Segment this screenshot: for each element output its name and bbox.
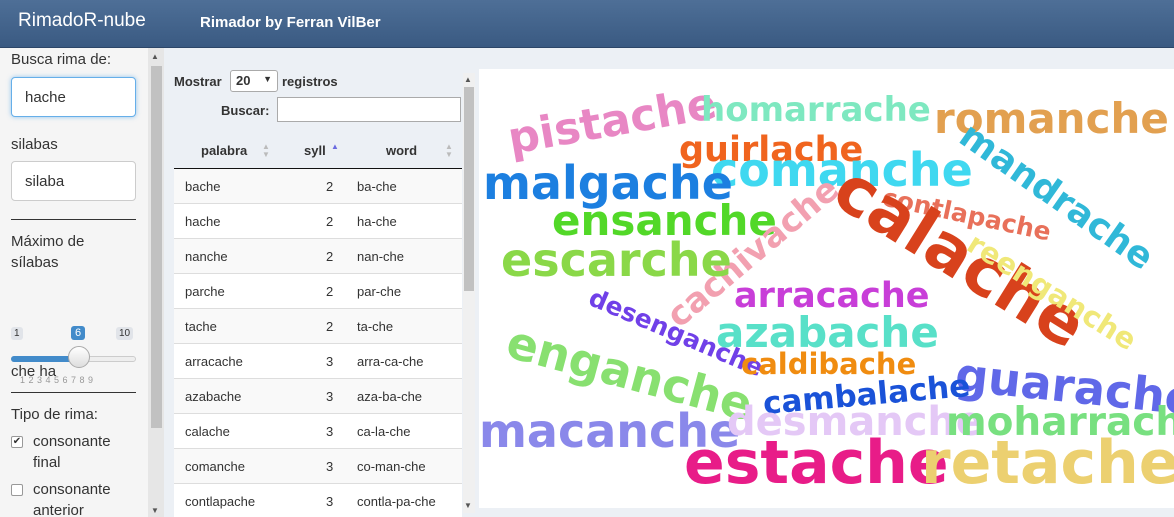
word-cloud-svg: pistache homarrache romanche guirlache c… (479, 78, 1174, 498)
scroll-down-icon[interactable]: ▼ (151, 506, 159, 515)
table-row[interactable]: contlapache 3 contla-pa-che (174, 484, 462, 517)
table-row[interactable]: nanche 2 nan-che (174, 239, 462, 274)
syllable-output: che ha (11, 363, 57, 380)
search-input[interactable] (11, 77, 136, 117)
checkbox-consonante-anterior[interactable] (11, 484, 23, 496)
cell-word: contla-pa-che (357, 494, 436, 509)
cell-palabra: arracache (185, 354, 243, 369)
sidebar-scrollbar[interactable]: ▲ ▼ (148, 48, 164, 517)
cell-syll: 2 (326, 249, 334, 264)
cell-word: arra-ca-che (357, 354, 424, 369)
chevron-down-icon: ▼ (263, 74, 272, 84)
scroll-up-icon[interactable]: ▲ (151, 52, 159, 61)
checkbox-label: consonante (33, 481, 111, 498)
cloud-word-homarrache: homarrache (701, 90, 931, 130)
cell-palabra: azabache (185, 389, 242, 404)
cloud-word-retache: retache (921, 428, 1174, 498)
cell-word: aza-ba-che (357, 389, 423, 404)
cell-palabra: calache (185, 424, 230, 439)
checkbox-label: consonante (33, 433, 111, 450)
table-row[interactable]: azabache 3 aza-ba-che (174, 379, 462, 414)
checkbox-label: final (33, 454, 61, 471)
cell-syll: 3 (326, 354, 334, 369)
cell-word: ba-che (357, 179, 397, 194)
table-search-input[interactable] (277, 97, 461, 122)
page-length-select[interactable]: 20 ▼ (230, 70, 278, 92)
column-header-syll[interactable]: syll (304, 133, 326, 169)
table-row[interactable]: arracache 3 arra-ca-che (174, 344, 462, 379)
search-label: Busca rima de: (11, 51, 112, 68)
checkbox-consonante-final[interactable]: ✔ (11, 436, 23, 448)
table-row[interactable]: bache 2 ba-che (174, 169, 462, 204)
cell-syll: 3 (326, 494, 334, 509)
cloud-word-estache: estache (684, 428, 949, 498)
app-subtitle: Rimador by Ferran VilBer (200, 14, 381, 31)
sort-icon: ▲ ▼ (445, 142, 453, 159)
cell-palabra: comanche (185, 459, 245, 474)
table-row[interactable]: tache 2 ta-che (174, 309, 462, 344)
checkbox-label: anterior (33, 502, 84, 517)
cell-syll: 3 (326, 459, 334, 474)
cell-syll: 2 (326, 179, 334, 194)
slider-handle[interactable] (68, 346, 90, 368)
cell-syll: 3 (326, 424, 334, 439)
max-syllables-label-2: sílabas (11, 254, 59, 271)
cell-palabra: hache (185, 214, 221, 229)
table-row[interactable]: hache 2 ha-che (174, 204, 462, 239)
cell-syll: 2 (326, 319, 334, 334)
table-row[interactable]: comanche 3 co-man-che (174, 449, 462, 484)
slider-value: 6 (71, 326, 86, 340)
app-brand[interactable]: RimadoR-nube (18, 10, 146, 32)
check-icon: ✔ (12, 436, 22, 447)
scrollbar-thumb[interactable] (151, 66, 162, 428)
show-label: Mostrar (174, 74, 222, 89)
max-syllables-label: Máximo de (11, 233, 85, 250)
cell-syll: 3 (326, 389, 334, 404)
cell-palabra: tache (185, 319, 217, 334)
cell-word: ca-la-che (357, 424, 411, 439)
syllables-label: silabas (11, 136, 58, 153)
cell-palabra: contlapache (185, 494, 256, 509)
table-row[interactable]: parche 2 par-che (174, 274, 462, 309)
cloud-word-escarche: escarche (501, 233, 732, 287)
sort-icon: ▲ ▼ (262, 142, 270, 159)
table-scrollbar[interactable]: ▲ ▼ (463, 73, 475, 513)
cell-word: ta-che (357, 319, 394, 334)
navbar: RimadoR-nube Rimador by Ferran VilBer (0, 0, 1174, 48)
results-table-panel: Mostrar 20 ▼ registros Buscar: palabra ▲… (164, 48, 479, 517)
table-search-label: Buscar: (221, 103, 270, 118)
divider (11, 392, 136, 393)
cell-palabra: bache (185, 179, 221, 194)
column-header-word[interactable]: word (386, 133, 417, 169)
records-label: registros (282, 74, 338, 89)
slider-min: 1 (11, 327, 23, 340)
cell-word: ha-che (357, 214, 397, 229)
table-header: palabra ▲ ▼ syll ▲ word ▲ ▼ (174, 133, 462, 169)
scroll-up-icon[interactable]: ▲ (464, 75, 472, 84)
cell-syll: 2 (326, 284, 334, 299)
divider (11, 219, 136, 220)
cell-syll: 2 (326, 214, 334, 229)
slider-max: 10 (116, 327, 134, 340)
cell-word: co-man-che (357, 459, 426, 474)
sidebar: Busca rima de: silabas Máximo de sílabas… (0, 48, 148, 517)
sort-asc-icon: ▲ (331, 142, 339, 151)
rhyme-type-label: Tipo de rima: (11, 406, 98, 423)
cell-word: nan-che (357, 249, 404, 264)
cell-palabra: nanche (185, 249, 228, 264)
syllables-input[interactable] (11, 161, 136, 201)
cell-palabra: parche (185, 284, 225, 299)
table-row[interactable]: calache 3 ca-la-che (174, 414, 462, 449)
page-length-value: 20 (236, 73, 251, 88)
column-header-palabra[interactable]: palabra (201, 133, 247, 169)
scrollbar-thumb[interactable] (464, 87, 474, 291)
scroll-down-icon[interactable]: ▼ (464, 501, 472, 510)
cell-word: par-che (357, 284, 402, 299)
word-cloud: pistache homarrache romanche guirlache c… (479, 69, 1174, 508)
